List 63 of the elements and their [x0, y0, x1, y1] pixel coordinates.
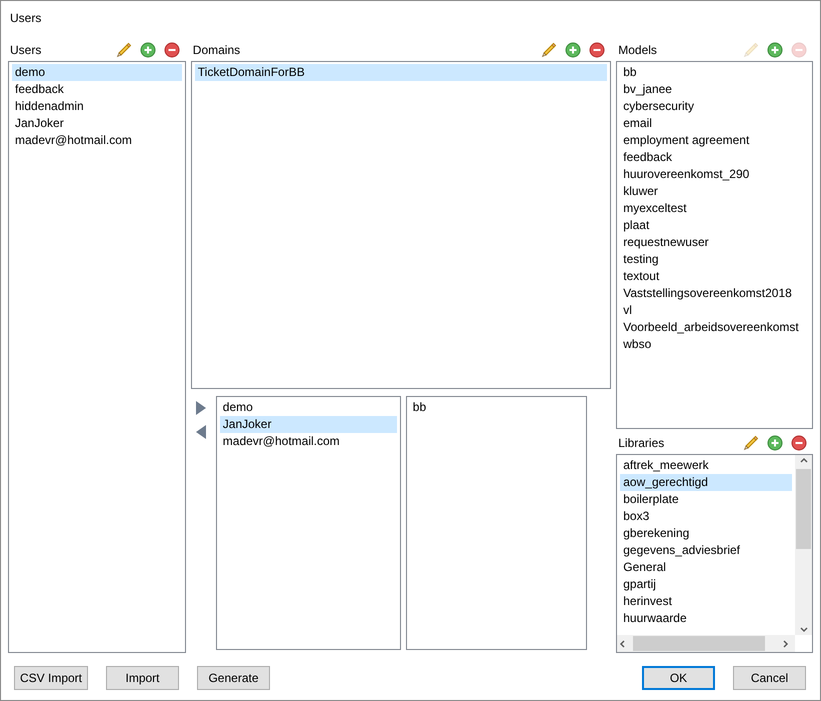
section-label: Libraries: [618, 435, 666, 452]
list-item[interactable]: email: [620, 115, 809, 132]
pencil-icon[interactable]: [743, 435, 759, 451]
list-item[interactable]: aow_gerechtigd: [620, 474, 792, 491]
section-label: Models: [618, 42, 658, 59]
list-item[interactable]: boilerplate: [620, 491, 792, 508]
dialog-button[interactable]: CSV Import: [14, 666, 88, 690]
move-left-button[interactable]: [194, 424, 207, 440]
list-item[interactable]: huurovereenkomst_290: [620, 166, 809, 183]
list-item[interactable]: JanJoker: [220, 416, 397, 433]
list-item[interactable]: kluwer: [620, 183, 809, 200]
section-label: Users: [10, 42, 42, 59]
window-title: Users: [9, 10, 42, 27]
list-item[interactable]: JanJoker: [12, 115, 182, 132]
list-item[interactable]: feedback: [620, 149, 809, 166]
list-item[interactable]: bb: [620, 64, 809, 81]
list-item[interactable]: hiddenadmin: [12, 98, 182, 115]
remove-icon[interactable]: [791, 435, 807, 451]
list-item[interactable]: gegevens_adviesbrief: [620, 542, 792, 559]
list-item[interactable]: requestnewuser: [620, 234, 809, 251]
list-item[interactable]: herinvest: [620, 593, 792, 610]
list-item[interactable]: feedback: [12, 81, 182, 98]
list-item[interactable]: bv_janee: [620, 81, 809, 98]
list-item[interactable]: box3: [620, 508, 792, 525]
list-item[interactable]: vl: [620, 302, 809, 319]
list-item[interactable]: TicketDomainForBB: [194, 64, 608, 81]
list-item[interactable]: Voorbeeld_arbeidsovereenkomst: [620, 319, 809, 336]
list-item[interactable]: bb: [410, 399, 583, 416]
list-item[interactable]: textout: [620, 268, 809, 285]
horizontal-scrollbar[interactable]: [617, 635, 795, 652]
add-icon[interactable]: [767, 435, 783, 451]
move-right-button[interactable]: [194, 400, 207, 416]
dialog-button[interactable]: OK: [642, 666, 715, 690]
dialog-button[interactable]: Import: [106, 666, 179, 690]
dialog-button[interactable]: Generate: [197, 666, 270, 690]
dialog-button[interactable]: Cancel: [733, 666, 806, 690]
remove-icon[interactable]: [589, 42, 606, 58]
list-item[interactable]: aftrek_meewerk: [620, 457, 792, 474]
list-item[interactable]: demo: [220, 399, 397, 416]
add-icon[interactable]: [767, 42, 783, 58]
list-item[interactable]: demo: [12, 64, 182, 81]
remove-icon[interactable]: [164, 42, 180, 58]
scrollbar-thumb[interactable]: [796, 469, 811, 549]
list-item[interactable]: testing: [620, 251, 809, 268]
vertical-scrollbar[interactable]: [795, 455, 812, 635]
pencil-icon[interactable]: [116, 42, 132, 58]
list-item[interactable]: huurwaarde: [620, 610, 792, 627]
list-item[interactable]: wbso: [620, 336, 809, 353]
section-label: Domains: [192, 42, 242, 59]
list-item[interactable]: General: [620, 559, 792, 576]
list-item[interactable]: madevr@hotmail.com: [220, 433, 397, 450]
list-item[interactable]: Vaststellingsovereenkomst2018: [620, 285, 809, 302]
list-item[interactable]: employment agreement: [620, 132, 809, 149]
add-icon[interactable]: [565, 42, 582, 58]
list-item[interactable]: myexceltest: [620, 200, 809, 217]
list-item[interactable]: gpartij: [620, 576, 792, 593]
pencil-icon[interactable]: [541, 42, 558, 58]
scrollbar-thumb[interactable]: [633, 636, 766, 651]
list-item[interactable]: madevr@hotmail.com: [12, 132, 182, 149]
list-item[interactable]: plaat: [620, 217, 809, 234]
add-icon[interactable]: [140, 42, 156, 58]
list-item[interactable]: gberekening: [620, 525, 792, 542]
list-item[interactable]: cybersecurity: [620, 98, 809, 115]
